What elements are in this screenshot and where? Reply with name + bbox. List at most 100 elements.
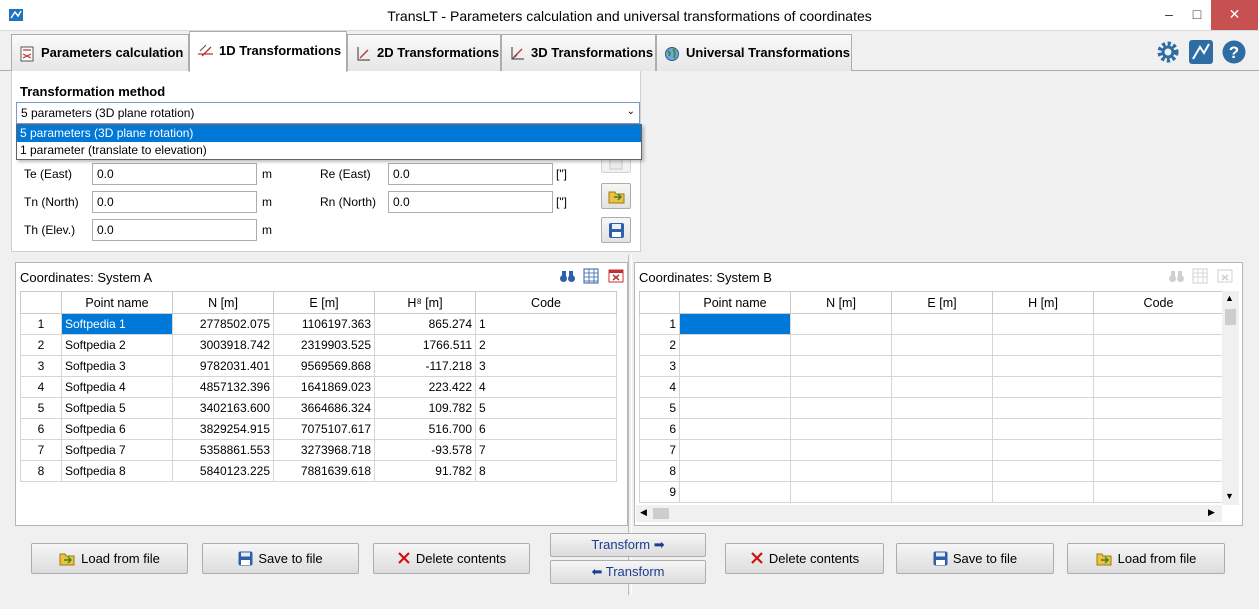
- save-parameters-button[interactable]: [601, 217, 631, 243]
- table-cell[interactable]: [679, 355, 791, 377]
- save-to-file-a-button[interactable]: Save to file: [202, 543, 359, 574]
- table-row[interactable]: 2: [639, 334, 1224, 356]
- table-cell[interactable]: [790, 397, 892, 419]
- scroll-left-icon[interactable]: ◀: [640, 507, 647, 518]
- table-cell[interactable]: [1093, 334, 1224, 356]
- table-cell[interactable]: 1641869.023: [273, 376, 375, 398]
- table-cell[interactable]: Softpedia 5: [61, 397, 173, 419]
- table-cell[interactable]: [891, 397, 993, 419]
- table-grid-icon[interactable]: [583, 268, 601, 285]
- table-cell[interactable]: [679, 460, 791, 482]
- column-header[interactable]: E [m]: [891, 291, 993, 314]
- table-cell[interactable]: Softpedia 2: [61, 334, 173, 356]
- table-cell[interactable]: [1093, 355, 1224, 377]
- table-cell[interactable]: 3664686.324: [273, 397, 375, 419]
- minimize-button[interactable]: –: [1155, 0, 1183, 30]
- table-cell[interactable]: 4: [475, 376, 617, 398]
- scroll-down-icon[interactable]: ▼: [1225, 491, 1234, 501]
- table-cell[interactable]: [790, 334, 892, 356]
- dropdown-option[interactable]: 1 parameter (translate to elevation): [17, 142, 641, 159]
- table-cell[interactable]: [790, 376, 892, 398]
- table-cell[interactable]: [1093, 376, 1224, 398]
- table-cell[interactable]: [790, 313, 892, 335]
- table-cell[interactable]: 3: [475, 355, 617, 377]
- table-cell[interactable]: [790, 481, 892, 503]
- table-cell[interactable]: -93.578: [374, 439, 476, 461]
- table-cell[interactable]: 109.782: [374, 397, 476, 419]
- table-row[interactable]: 7: [639, 439, 1224, 461]
- table-row[interactable]: 1 Softpedia 1 2778502.075 1106197.363 865.27…: [20, 313, 617, 335]
- system-b-vertical-scrollbar[interactable]: ▲ ▼: [1222, 291, 1239, 505]
- table-row[interactable]: 3 Softpedia 3 9782031.401 9569569.868 -117.2…: [20, 355, 617, 377]
- table-cell[interactable]: -117.218: [374, 355, 476, 377]
- load-from-file-a-button[interactable]: Load from file: [31, 543, 188, 574]
- table-cell[interactable]: 5: [475, 397, 617, 419]
- find-binoculars-icon[interactable]: [1168, 268, 1186, 285]
- table-cell[interactable]: 91.782: [374, 460, 476, 482]
- table-cell[interactable]: 223.422: [374, 376, 476, 398]
- tab-1d-transformations[interactable]: 1D Transformations: [189, 31, 347, 72]
- table-row[interactable]: 5: [639, 397, 1224, 419]
- table-cell[interactable]: 2319903.525: [273, 334, 375, 356]
- table-cell[interactable]: 1766.511: [374, 334, 476, 356]
- column-header[interactable]: H⁸ [m]: [374, 291, 476, 314]
- delete-contents-a-button[interactable]: Delete contents: [373, 543, 530, 574]
- column-header[interactable]: N [m]: [790, 291, 892, 314]
- table-row[interactable]: 2 Softpedia 2 3003918.742 2319903.525 1766.5…: [20, 334, 617, 356]
- table-cell[interactable]: 4857132.396: [172, 376, 274, 398]
- table-cell[interactable]: [679, 376, 791, 398]
- table-row[interactable]: 8 Softpedia 8 5840123.225 7881639.618 91.782…: [20, 460, 617, 482]
- clear-table-icon[interactable]: [1217, 268, 1235, 285]
- table-cell[interactable]: [1093, 313, 1224, 335]
- table-cell[interactable]: 865.274: [374, 313, 476, 335]
- table-cell[interactable]: [679, 481, 791, 503]
- table-cell[interactable]: [992, 397, 1094, 419]
- table-cell[interactable]: [679, 439, 791, 461]
- column-header[interactable]: E [m]: [273, 291, 375, 314]
- table-cell[interactable]: 9782031.401: [172, 355, 274, 377]
- tab-universal-transformations[interactable]: Universal Transformations: [656, 34, 852, 71]
- table-cell[interactable]: [1093, 397, 1224, 419]
- table-cell[interactable]: [992, 313, 1094, 335]
- transformation-method-select[interactable]: 5 parameters (3D plane rotation) ⌄: [16, 102, 640, 124]
- re-field[interactable]: 0.0: [388, 163, 553, 185]
- table-cell[interactable]: 3273968.718: [273, 439, 375, 461]
- table-cell[interactable]: [891, 313, 993, 335]
- table-cell[interactable]: 7: [475, 439, 617, 461]
- table-cell[interactable]: [679, 334, 791, 356]
- table-cell[interactable]: [891, 481, 993, 503]
- table-row[interactable]: 3: [639, 355, 1224, 377]
- table-cell[interactable]: [1093, 481, 1224, 503]
- table-cell[interactable]: [1093, 439, 1224, 461]
- transform-backward-button[interactable]: ⬅ Transform: [550, 560, 706, 584]
- table-cell[interactable]: 6: [475, 418, 617, 440]
- open-parameters-button[interactable]: [601, 183, 631, 209]
- table-cell[interactable]: [891, 460, 993, 482]
- table-cell[interactable]: Softpedia 3: [61, 355, 173, 377]
- column-header[interactable]: Point name: [61, 291, 173, 314]
- tn-field[interactable]: 0.0: [92, 191, 257, 213]
- table-cell[interactable]: 7075107.617: [273, 418, 375, 440]
- table-grid-icon[interactable]: [1192, 268, 1210, 285]
- tab-parameters-calculation[interactable]: Parameters calculation: [11, 34, 189, 71]
- table-cell[interactable]: [992, 334, 1094, 356]
- table-cell[interactable]: [992, 418, 1094, 440]
- table-cell[interactable]: [992, 460, 1094, 482]
- table-cell[interactable]: [992, 355, 1094, 377]
- table-cell[interactable]: 1: [475, 313, 617, 335]
- table-cell[interactable]: Softpedia 7: [61, 439, 173, 461]
- dropdown-option[interactable]: 5 parameters (3D plane rotation): [17, 125, 641, 142]
- column-header[interactable]: Code: [1093, 291, 1224, 314]
- scroll-thumb[interactable]: [1225, 309, 1236, 325]
- column-header[interactable]: Point name: [679, 291, 791, 314]
- table-cell[interactable]: [891, 334, 993, 356]
- table-row[interactable]: 7 Softpedia 7 5358861.553 3273968.718 -93.57…: [20, 439, 617, 461]
- find-binoculars-icon[interactable]: [559, 268, 577, 285]
- table-row[interactable]: 5 Softpedia 5 3402163.600 3664686.324 109.78…: [20, 397, 617, 419]
- table-cell[interactable]: Softpedia 4: [61, 376, 173, 398]
- table-cell[interactable]: [679, 397, 791, 419]
- table-cell[interactable]: 2: [475, 334, 617, 356]
- table-row[interactable]: 8: [639, 460, 1224, 482]
- table-cell[interactable]: [1093, 418, 1224, 440]
- transform-forward-button[interactable]: Transform ➡: [550, 533, 706, 557]
